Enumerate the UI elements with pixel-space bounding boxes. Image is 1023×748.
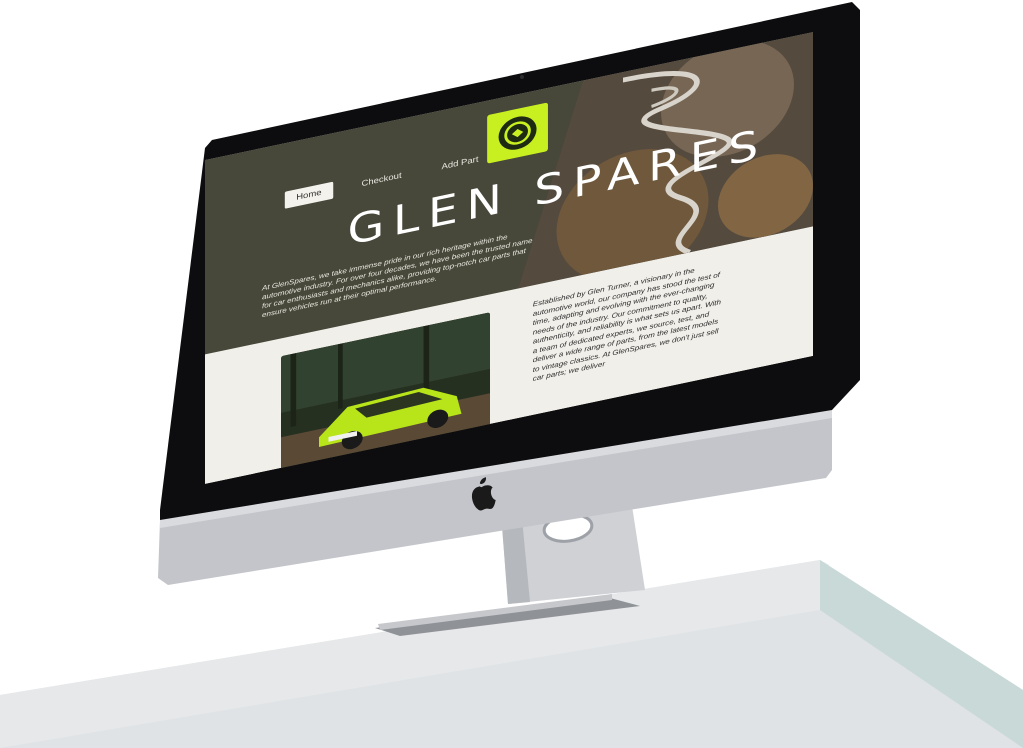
nav-checkout-link[interactable]: Checkout	[350, 165, 413, 195]
imac-mockup: Home Checkout Add Part GLEN SPARES At Gl…	[0, 0, 1023, 748]
nav-add-part-link[interactable]: Add Part	[430, 149, 490, 179]
logo-badge-icon	[498, 116, 537, 150]
nav-home-link[interactable]: Home	[284, 181, 333, 209]
glenspares-logo[interactable]	[487, 102, 548, 164]
